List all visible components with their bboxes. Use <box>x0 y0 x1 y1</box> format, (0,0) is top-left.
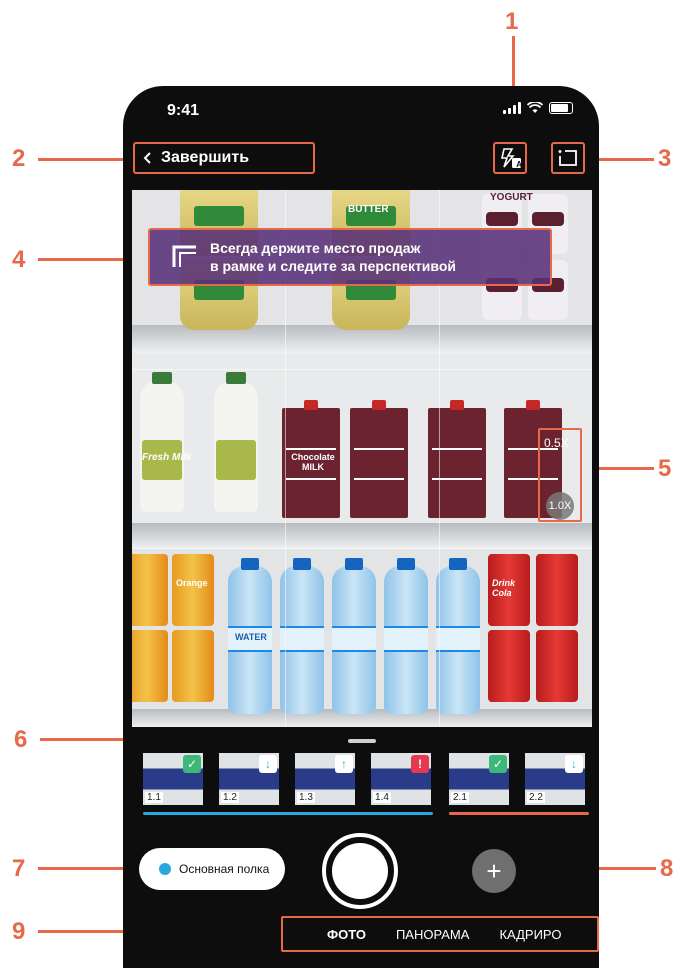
status-icons <box>503 102 573 114</box>
product-chocolate-milk-label: Chocolate MILK <box>291 452 335 472</box>
callout-4: 4 <box>12 246 26 273</box>
shelf-1-progress <box>143 812 433 815</box>
shelf-selector-label: Основная полка <box>179 862 270 876</box>
thumbnail-1-3[interactable]: 1.3 ↑ <box>295 753 355 805</box>
finish-back-button[interactable]: Завершить <box>133 142 315 174</box>
framing-hint-line2: в рамке и следите за перспективой <box>210 258 456 274</box>
error-icon: ! <box>411 755 429 773</box>
product-chocolate-milk <box>350 400 408 518</box>
zoom-control[interactable]: 0.5X 1.0X <box>538 428 582 522</box>
shelf-2-progress <box>449 812 589 815</box>
grid-line-h2 <box>132 548 592 549</box>
zoom-level-0-5x[interactable]: 0.5X <box>544 436 569 450</box>
thumbnail-1-2[interactable]: 1.2 ↓ <box>219 753 279 805</box>
callout-5: 5 <box>658 455 672 482</box>
product-orange-label: Orange <box>176 578 208 588</box>
callout-7: 7 <box>12 855 26 882</box>
flash-toggle-button[interactable]: A <box>493 142 527 174</box>
product-cola-can <box>488 630 530 702</box>
product-orange-can <box>172 554 214 626</box>
zoom-level-1-0x[interactable]: 1.0X <box>546 492 574 520</box>
crop-frame-icon <box>558 150 577 166</box>
status-bar: 9:41 <box>123 86 599 136</box>
mode-photo[interactable]: ФОТО <box>327 927 366 942</box>
product-water-label: WATER <box>235 632 267 642</box>
grid-line-h1 <box>132 369 592 370</box>
product-water-bottle <box>436 558 480 714</box>
thumbnail-2-1[interactable]: 2.1 ✓ <box>449 753 509 805</box>
callout-line-2 <box>38 158 134 161</box>
callout-9: 9 <box>12 918 26 945</box>
framing-hint-banner: Всегда держите место продаж в рамке и сл… <box>148 228 552 286</box>
callout-6: 6 <box>14 726 28 753</box>
callout-8: 8 <box>660 855 674 882</box>
camera-mode-selector: ФОТО ПАНОРАМА КАДРИРО <box>281 916 599 952</box>
thumbnail-2-2[interactable]: 2.2 ↓ <box>525 753 585 805</box>
mode-panorama[interactable]: ПАНОРАМА <box>396 927 470 942</box>
battery-icon <box>549 102 573 114</box>
product-yogurt-label: YOGURT <box>490 192 533 203</box>
top-bar: Завершить A <box>123 140 599 180</box>
callout-2: 2 <box>12 145 26 172</box>
framing-hint-line1: Всегда держите место продаж <box>210 240 421 256</box>
camera-viewfinder[interactable]: BUTTER YOGURT Fresh Milk Chocolate MILK … <box>132 190 592 727</box>
arrow-down-icon: ↓ <box>565 755 583 773</box>
shutter-button[interactable] <box>322 833 398 909</box>
product-cola-can <box>536 630 578 702</box>
check-icon: ✓ <box>489 755 507 773</box>
add-shelf-button[interactable]: + <box>472 849 516 893</box>
chevron-left-icon <box>143 152 151 164</box>
product-cola-can <box>536 554 578 626</box>
product-water-bottle <box>384 558 428 714</box>
finish-back-label: Завершить <box>161 149 250 166</box>
thumbnail-1-4[interactable]: 1.4! <box>371 753 431 805</box>
product-chocolate-milk <box>428 400 486 518</box>
product-orange-can <box>172 630 214 702</box>
product-orange-can <box>132 630 168 702</box>
status-time: 9:41 <box>167 102 200 119</box>
shelf-selector-button[interactable]: Основная полка <box>139 848 285 890</box>
callout-3: 3 <box>658 145 672 172</box>
arrow-up-icon: ↑ <box>335 755 353 773</box>
shelf-edge-2 <box>132 523 592 549</box>
wifi-icon <box>527 102 543 113</box>
shot-thumbnails: 1.1 ✓ 1.2 ↓ 1.3 ↑ 1.4! 2.1 ✓ 2.2 ↓ <box>143 753 593 823</box>
check-icon: ✓ <box>183 755 201 773</box>
product-milk-bottle <box>140 372 184 512</box>
product-cola-label: Drink Cola <box>492 578 516 598</box>
flash-auto-label: A <box>516 160 522 169</box>
product-orange-can <box>132 554 168 626</box>
frame-corner-icon <box>172 245 196 267</box>
signal-icon <box>503 102 521 114</box>
product-butter-label: BUTTER <box>348 204 389 215</box>
framing-hint-text: Всегда держите место продаж в рамке и сл… <box>210 239 456 275</box>
phone-screen: 9:41 Завершить A BUTTER YOGURT Fresh Mil… <box>123 86 599 968</box>
callout-1: 1 <box>505 8 519 35</box>
product-water-bottle <box>332 558 376 714</box>
product-milk-bottle <box>214 372 258 512</box>
arrow-down-icon: ↓ <box>259 755 277 773</box>
mode-crop[interactable]: КАДРИРО <box>499 927 561 942</box>
product-milk-label: Fresh Milk <box>142 452 192 463</box>
thumbnail-1-1[interactable]: 1.1 ✓ <box>143 753 203 805</box>
shelf-dot-icon <box>159 863 171 875</box>
product-water-bottle <box>280 558 324 714</box>
crop-frame-button[interactable] <box>551 142 585 174</box>
drawer-handle[interactable] <box>348 739 376 743</box>
callout-line-3 <box>590 158 654 161</box>
